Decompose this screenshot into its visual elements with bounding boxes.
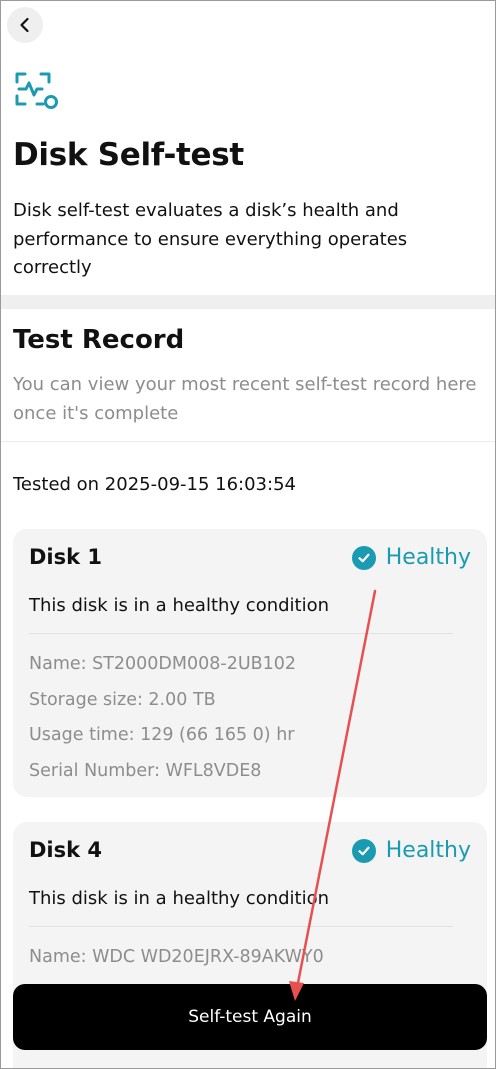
- disk-condition: This disk is in a healthy condition: [29, 888, 330, 909]
- check-circle-icon: [351, 545, 376, 570]
- page-title: Disk Self-test: [13, 137, 244, 173]
- disk-health-scan-icon: [15, 72, 58, 109]
- disk-serial-number: Serial Number: WFL8VDE8: [29, 760, 262, 781]
- divider: [1, 441, 495, 442]
- card-divider: [29, 926, 453, 927]
- chevron-left-icon: [20, 17, 29, 33]
- status-label: Healthy: [385, 545, 471, 570]
- tested-on-timestamp: Tested on 2025-09-15 16:03:54: [13, 474, 296, 495]
- check-circle-icon: [351, 838, 376, 863]
- section-divider-band: [1, 295, 495, 309]
- status-badge: Healthy: [351, 545, 471, 570]
- disk-condition: This disk is in a healthy condition: [29, 595, 330, 616]
- disk-info: Name: WDC WD20EJRX-89AKWY0: [29, 940, 324, 976]
- disk-name: Disk 1: [29, 545, 103, 569]
- disk-name: Disk 4: [29, 838, 103, 862]
- disk-info: Name: ST2000DM008-2UB102 Storage size: 2…: [29, 647, 296, 789]
- test-record-title: Test Record: [13, 325, 185, 355]
- card-divider: [29, 633, 453, 634]
- test-record-subtitle: You can view your most recent self-test …: [13, 374, 477, 424]
- disk-card-1: Disk 1 Healthy This disk is in a healthy…: [13, 529, 487, 797]
- back-button[interactable]: [7, 7, 43, 43]
- disk-usage-time: Usage time: 129 (66 165 0) hr: [29, 725, 295, 745]
- app-window: Disk Self-test Disk self-test evaluates …: [0, 0, 496, 1069]
- page-description: Disk self-test evaluates a disk’s health…: [13, 200, 408, 278]
- disk-model: Name: WDC WD20EJRX-89AKWY0: [29, 947, 324, 967]
- status-label: Healthy: [385, 838, 471, 863]
- disk-storage-size: Storage size: 2.00 TB: [29, 689, 216, 710]
- status-badge: Healthy: [351, 838, 471, 863]
- self-test-again-button[interactable]: Self-test Again: [13, 984, 487, 1050]
- disk-model: Name: ST2000DM008-2UB102: [29, 654, 297, 674]
